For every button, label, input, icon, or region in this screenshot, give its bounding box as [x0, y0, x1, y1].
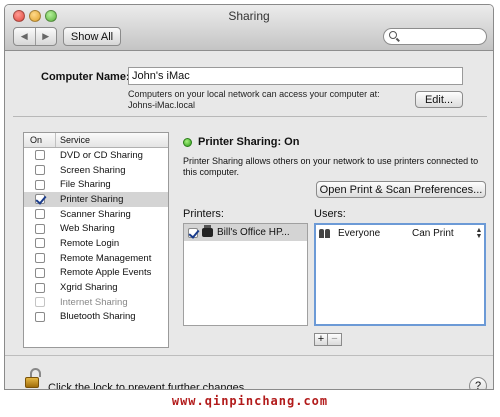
printer-row[interactable]: Bill's Office HP...	[184, 224, 307, 241]
service-row[interactable]: Remote Apple Events	[24, 266, 168, 281]
open-print-scan-preferences-button[interactable]: Open Print & Scan Preferences...	[316, 181, 486, 198]
footer-divider	[5, 355, 493, 356]
service-status: Printer Sharing: On	[198, 136, 300, 148]
service-checkbox-cell	[24, 194, 56, 205]
service-checkbox-cell	[24, 311, 56, 322]
service-checkbox-cell	[24, 238, 56, 249]
service-row[interactable]: Remote Management	[24, 251, 168, 266]
service-checkbox-cell	[24, 253, 56, 264]
search-field[interactable]	[383, 28, 487, 45]
service-label: Remote Apple Events	[60, 267, 152, 279]
status-indicator-icon	[183, 138, 192, 147]
remove-user-button[interactable]: −	[328, 333, 342, 346]
service-label: Printer Sharing	[60, 193, 124, 205]
user-name: Everyone	[338, 228, 381, 239]
computer-name-info: Computers on your local network can acce…	[128, 89, 380, 111]
service-row[interactable]: File Sharing	[24, 177, 168, 192]
computer-name-info-line: Computers on your local network can acce…	[128, 89, 380, 99]
lock-message: Click the lock to prevent further change…	[48, 382, 248, 390]
printer-share-checkbox[interactable]	[188, 227, 198, 238]
search-input[interactable]	[402, 30, 482, 43]
service-label: Bluetooth Sharing	[60, 311, 136, 323]
help-button[interactable]: ?	[469, 377, 487, 389]
service-label: File Sharing	[60, 179, 111, 191]
service-row[interactable]: Remote Login	[24, 236, 168, 251]
add-user-button[interactable]: +	[314, 333, 328, 346]
service-checkbox[interactable]	[35, 194, 45, 205]
service-label: Remote Login	[60, 237, 120, 249]
column-header-service[interactable]: Service	[56, 133, 90, 147]
service-checkbox-cell	[24, 209, 56, 220]
group-icon	[319, 229, 331, 238]
service-checkbox[interactable]	[35, 165, 45, 176]
service-checkbox-cell	[24, 267, 56, 278]
back-arrow-icon[interactable]: ◀	[14, 28, 35, 45]
show-all-button[interactable]: Show All	[63, 27, 121, 46]
edit-hostname-button[interactable]: Edit...	[415, 91, 463, 108]
service-description: Printer Sharing allows others on your ne…	[183, 156, 479, 177]
service-checkbox[interactable]	[35, 238, 45, 249]
search-icon	[389, 31, 397, 39]
permission-popup[interactable]: Can Print	[412, 228, 474, 239]
service-checkbox[interactable]	[35, 267, 45, 278]
service-row[interactable]: Xgrid Sharing	[24, 280, 168, 295]
forward-arrow-icon[interactable]: ▶	[34, 28, 57, 45]
service-label: Xgrid Sharing	[60, 282, 118, 294]
users-label: Users:	[314, 208, 346, 220]
service-checkbox[interactable]	[35, 150, 45, 161]
service-checkbox-cell	[24, 297, 56, 308]
watermark: www.qinpinchang.com	[171, 394, 329, 408]
service-label: Internet Sharing	[60, 296, 128, 308]
service-row[interactable]: Web Sharing	[24, 221, 168, 236]
service-checkbox-cell	[24, 179, 56, 190]
service-row[interactable]: Printer Sharing	[24, 192, 168, 207]
service-checkbox[interactable]	[35, 223, 45, 234]
service-row[interactable]: DVD or CD Sharing	[24, 148, 168, 163]
sharing-window: Sharing ◀ ▶ Show All Computer Name: John…	[4, 4, 494, 390]
service-checkbox-cell	[24, 223, 56, 234]
lock-shackle	[30, 368, 41, 377]
service-list-header: On Service	[24, 133, 168, 148]
service-row[interactable]: Bluetooth Sharing	[24, 310, 168, 325]
service-row[interactable]: Internet Sharing	[24, 295, 168, 310]
printer-icon	[202, 225, 213, 237]
service-checkbox[interactable]	[35, 311, 45, 322]
service-list: On Service DVD or CD Sharing Screen Shari…	[23, 132, 169, 348]
back-forward-control: ◀ ▶	[13, 27, 57, 46]
printer-name: Bill's Office HP...	[217, 227, 290, 238]
service-checkbox-cell	[24, 282, 56, 293]
computer-name-field[interactable]: John's iMac	[128, 67, 463, 85]
printer-rows: Bill's Office HP...	[184, 224, 307, 241]
service-row[interactable]: Scanner Sharing	[24, 207, 168, 222]
service-label: DVD or CD Sharing	[60, 149, 143, 161]
popup-arrows-icon[interactable]: ▲ ▼	[474, 227, 484, 240]
window-title: Sharing	[228, 9, 270, 23]
service-checkbox[interactable]	[35, 179, 45, 190]
service-label: Remote Management	[60, 252, 152, 264]
service-rows: DVD or CD Sharing Screen Sharing File Shar…	[24, 148, 168, 324]
user-rows: Everyone Can Print ▲ ▼	[316, 225, 484, 242]
printers-label: Printers:	[183, 208, 224, 220]
service-label: Scanner Sharing	[60, 208, 131, 220]
window-toolbar: Sharing ◀ ▶ Show All	[5, 5, 493, 51]
column-header-on[interactable]: On	[24, 133, 56, 147]
service-checkbox[interactable]	[35, 282, 45, 293]
service-checkbox[interactable]	[35, 209, 45, 220]
user-add-remove-control: + −	[314, 333, 342, 346]
user-row[interactable]: Everyone Can Print ▲ ▼	[316, 225, 484, 242]
service-row[interactable]: Screen Sharing	[24, 163, 168, 178]
printers-list: Bill's Office HP...	[183, 223, 308, 326]
service-label: Screen Sharing	[60, 164, 126, 176]
lock-icon[interactable]	[25, 368, 41, 388]
section-divider	[13, 116, 487, 117]
local-hostname: Johns-iMac.local	[128, 100, 196, 110]
service-checkbox[interactable]	[35, 297, 45, 308]
service-checkbox-cell	[24, 150, 56, 161]
lock-body	[25, 377, 39, 388]
service-checkbox-cell	[24, 165, 56, 176]
computer-name-label: Computer Name:	[41, 71, 130, 83]
users-list: Everyone Can Print ▲ ▼	[314, 223, 486, 326]
service-checkbox[interactable]	[35, 253, 45, 264]
service-label: Web Sharing	[60, 223, 115, 235]
